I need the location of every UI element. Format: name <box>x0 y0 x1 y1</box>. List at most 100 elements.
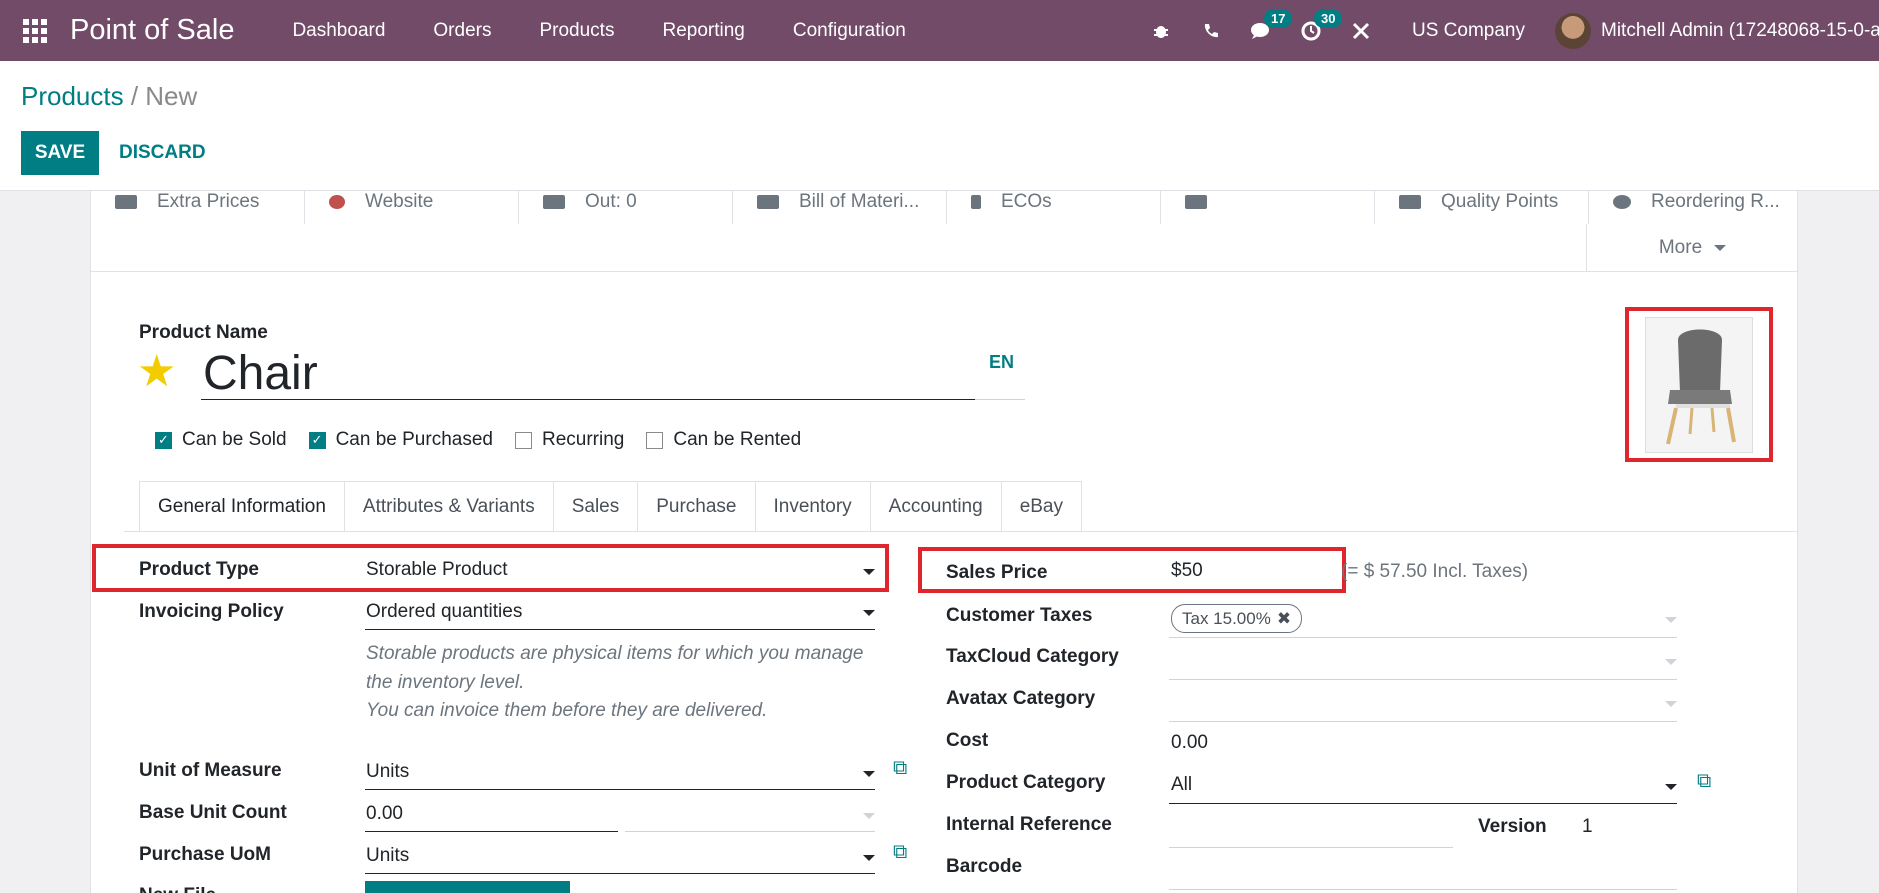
tab-attributes-variants[interactable]: Attributes & Variants <box>344 481 554 532</box>
barcode-input[interactable] <box>1169 889 1677 890</box>
language-button[interactable]: EN <box>989 352 1014 373</box>
user-menu[interactable]: Mitchell Admin (17248068-15-0-al <box>1601 20 1879 42</box>
barcode-label: Barcode <box>946 856 1023 877</box>
remove-tag-icon[interactable]: ✖ <box>1277 609 1291 629</box>
tabs-divider <box>124 531 1797 532</box>
apps-menu-icon[interactable] <box>0 0 70 61</box>
tab-inventory[interactable]: Inventory <box>755 481 871 532</box>
menu-orders[interactable]: Orders <box>409 0 515 61</box>
product-name-input[interactable]: Chair <box>201 348 975 400</box>
company-switcher[interactable]: US Company <box>1386 20 1555 42</box>
tab-sales[interactable]: Sales <box>553 481 639 532</box>
version-label: Version <box>1478 816 1547 837</box>
product-image[interactable] <box>1645 316 1753 453</box>
bug-icon[interactable] <box>1136 0 1186 61</box>
menu-reporting[interactable]: Reporting <box>638 0 768 61</box>
can-be-sold-checkbox[interactable]: ✓ Can be Sold <box>155 429 287 451</box>
product-category-label: Product Category <box>946 772 1106 793</box>
chevron-down-icon[interactable] <box>863 771 875 777</box>
external-link-icon[interactable]: ⧉ <box>893 757 907 780</box>
control-panel: Products / New SAVE DISCARD <box>0 61 1879 191</box>
invoicing-policy-underline <box>365 629 875 630</box>
chevron-down-icon[interactable] <box>863 855 875 861</box>
sales-price-input[interactable]: $50 <box>1171 560 1203 582</box>
phone-icon[interactable] <box>1186 0 1236 61</box>
name-field-underline <box>975 399 1025 400</box>
sales-price-label: Sales Price <box>946 562 1048 583</box>
product-type-select[interactable]: Storable Product <box>366 559 508 581</box>
breadcrumb: Products / New <box>21 81 197 112</box>
customer-taxes-underline <box>1169 637 1677 638</box>
menu-configuration[interactable]: Configuration <box>769 0 930 61</box>
menu-products[interactable]: Products <box>515 0 638 61</box>
form-sheet: Extra Prices Website Out: 0 Bill of Mate… <box>90 191 1798 893</box>
can-be-purchased-checkbox[interactable]: ✓ Can be Purchased <box>308 429 493 451</box>
chevron-down-icon[interactable] <box>1665 617 1677 623</box>
out-button[interactable]: Out: 0 <box>519 191 733 224</box>
shuffle-button[interactable] <box>1161 191 1375 224</box>
chevron-down-icon[interactable] <box>1665 784 1677 790</box>
tax-tag[interactable]: Tax 15.00% ✖ <box>1171 604 1303 633</box>
tab-accounting[interactable]: Accounting <box>870 481 1002 532</box>
reordering-rules-button[interactable]: Reordering R... <box>1589 191 1797 224</box>
product-category-underline <box>1169 803 1677 804</box>
notebook-tabs: General Information Attributes & Variant… <box>139 481 1082 532</box>
external-link-icon[interactable]: ⧉ <box>1697 770 1711 793</box>
uom-select[interactable]: Units <box>366 761 409 783</box>
purchase-uom-underline <box>365 873 875 874</box>
external-link-icon[interactable]: ⧉ <box>893 841 907 864</box>
breadcrumb-current: New <box>145 81 198 111</box>
can-be-rented-checkbox[interactable]: Can be Rented <box>646 429 801 451</box>
chevron-down-icon[interactable] <box>1665 701 1677 707</box>
extra-prices-button[interactable]: Extra Prices <box>91 191 305 224</box>
product-flags: ✓ Can be Sold ✓ Can be Purchased Recurring… <box>155 429 801 451</box>
wrench-icon <box>971 194 981 209</box>
ecos-button[interactable]: ECOs <box>947 191 1161 224</box>
star-icon[interactable]: ★ <box>137 350 176 394</box>
tab-purchase[interactable]: Purchase <box>638 481 756 532</box>
chevron-down-icon[interactable] <box>1665 659 1677 665</box>
purchase-uom-select[interactable]: Units <box>366 845 409 867</box>
top-navbar: Point of Sale Dashboard Orders Products … <box>0 0 1879 61</box>
recurring-checkbox[interactable]: Recurring <box>514 429 624 451</box>
flask-icon <box>757 194 779 209</box>
bom-button[interactable]: Bill of Materi... <box>733 191 947 224</box>
checkbox-empty-icon <box>514 431 532 449</box>
chevron-down-icon[interactable] <box>863 610 875 616</box>
uom-underline <box>365 789 875 790</box>
chevron-down-icon[interactable] <box>863 569 875 575</box>
activities-icon[interactable]: 30 <box>1286 0 1343 61</box>
invoicing-policy-select[interactable]: Ordered quantities <box>366 601 522 623</box>
avatax-category-input[interactable] <box>1169 721 1677 722</box>
incl-taxes-note: (= $ 57.50 Incl. Taxes) <box>1341 561 1529 582</box>
user-avatar[interactable] <box>1555 12 1591 49</box>
app-brand[interactable]: Point of Sale <box>70 14 234 47</box>
chevron-down-icon[interactable] <box>863 813 875 819</box>
messages-icon[interactable]: 17 <box>1236 0 1293 61</box>
discard-button[interactable]: DISCARD <box>113 131 212 175</box>
tab-general-information[interactable]: General Information <box>139 481 345 532</box>
menu-dashboard[interactable]: Dashboard <box>268 0 409 61</box>
upload-file-button[interactable] <box>365 881 570 893</box>
shuffle-icon <box>1185 194 1207 209</box>
list-check-icon <box>1399 194 1421 209</box>
tab-ebay[interactable]: eBay <box>1001 481 1082 532</box>
more-dropdown[interactable]: More <box>1586 224 1797 271</box>
save-button[interactable]: SAVE <box>21 131 99 175</box>
base-unit-count-underline <box>365 831 618 832</box>
internal-reference-input[interactable] <box>1169 847 1453 848</box>
base-unit-count-input[interactable]: 0.00 <box>366 803 403 825</box>
product-type-label: Product Type <box>139 559 259 580</box>
cost-input[interactable]: 0.00 <box>1171 732 1208 754</box>
breadcrumb-products-link[interactable]: Products <box>21 81 124 111</box>
quality-points-button[interactable]: Quality Points <box>1375 191 1589 224</box>
product-name-label: Product Name <box>139 322 268 343</box>
cost-label: Cost <box>946 730 989 751</box>
website-button[interactable]: Website <box>305 191 519 224</box>
check-icon: ✓ <box>155 431 172 449</box>
refresh-icon <box>1613 194 1631 209</box>
taxcloud-category-input[interactable] <box>1169 679 1677 680</box>
product-category-select[interactable]: All <box>1171 774 1192 796</box>
tools-icon[interactable] <box>1336 0 1386 61</box>
avatax-category-label: Avatax Category <box>946 688 1096 709</box>
